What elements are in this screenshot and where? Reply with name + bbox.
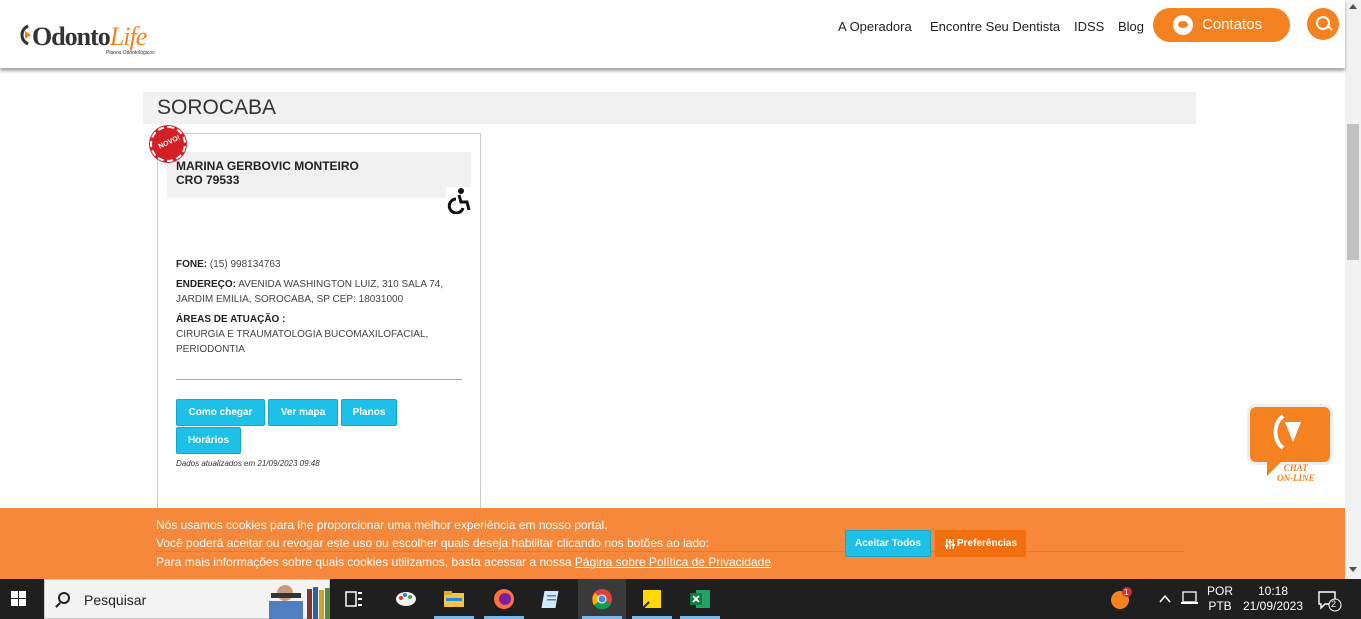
city-heading-bar: SOROCABA bbox=[143, 92, 1196, 124]
taskbar-task-view[interactable] bbox=[330, 579, 378, 619]
show-hidden-icons[interactable] bbox=[1155, 579, 1175, 619]
paint-icon bbox=[396, 592, 416, 606]
dentist-name: MARINA GERBOVIC MONTEIRO bbox=[176, 159, 359, 173]
taskbar-sticky-notes[interactable] bbox=[628, 579, 676, 619]
tray-notification-badge: 1 bbox=[1124, 588, 1129, 597]
excel-icon bbox=[690, 590, 710, 608]
updated-timestamp: Dados atualizados em 21/09/2023 09:48 bbox=[176, 459, 320, 468]
accept-all-button[interactable]: Aceitar Todos bbox=[845, 530, 931, 557]
firefox-icon bbox=[494, 589, 514, 609]
horarios-button[interactable]: Horários bbox=[176, 427, 241, 454]
preferences-label: Preferências bbox=[957, 538, 1018, 549]
sticky-notes-icon bbox=[642, 590, 661, 609]
planos-button[interactable]: Planos bbox=[341, 399, 397, 426]
action-center-button[interactable]: 2 bbox=[1315, 579, 1343, 619]
scrollbar-thumb[interactable] bbox=[1347, 124, 1359, 260]
windows-taskbar: Pesquisar 1 POR PTB 10:18 21/09/2023 2 bbox=[0, 579, 1361, 619]
clock-date: 21/09/2023 bbox=[1242, 599, 1304, 613]
action-center-count: 2 bbox=[1331, 599, 1337, 609]
chrome-icon bbox=[592, 589, 612, 610]
taskbar-search-box[interactable]: Pesquisar bbox=[44, 579, 330, 619]
input-language[interactable]: POR PTB bbox=[1204, 584, 1236, 614]
chat-logo-icon bbox=[1273, 414, 1301, 450]
nav-encontre-dentista[interactable]: Encontre Seu Dentista bbox=[930, 19, 1060, 34]
taskbar-firefox[interactable] bbox=[480, 579, 528, 619]
tray-notification-app[interactable]: 1 bbox=[1108, 579, 1136, 619]
network-status[interactable] bbox=[1178, 579, 1200, 619]
support-agent-icon bbox=[1173, 15, 1193, 35]
clock-time: 10:18 bbox=[1257, 584, 1289, 598]
dentist-cro: CRO 79533 bbox=[176, 173, 240, 187]
taskbar-excel[interactable] bbox=[676, 579, 724, 619]
taskbar-search-placeholder: Pesquisar bbox=[84, 592, 147, 608]
clock[interactable]: 10:18 21/09/2023 bbox=[1240, 584, 1306, 614]
cookie-consent-bar: Nós usamos cookies para lhe proporcionar… bbox=[0, 508, 1345, 579]
phone-row: FONE: (15) 998134763 bbox=[176, 259, 281, 270]
novo-badge: NOVO! bbox=[150, 126, 186, 162]
scroll-up-arrow-icon[interactable] bbox=[1349, 4, 1357, 9]
windows-logo-icon bbox=[11, 591, 27, 607]
chevron-up-icon bbox=[1159, 594, 1171, 603]
dentist-name-box: MARINA GERBOVIC MONTEIRO CRO 79533 bbox=[167, 152, 471, 198]
privacy-policy-link[interactable]: Página sobre Política de Privacidade bbox=[575, 555, 771, 569]
chat-online-widget[interactable]: CHAT ON-LINE bbox=[1245, 401, 1335, 487]
folder-icon bbox=[444, 591, 464, 607]
scroll-down-arrow-icon[interactable] bbox=[1349, 567, 1357, 572]
cookie-text-line2: Você poderá aceitar ou revogar este uso … bbox=[156, 536, 710, 550]
logo-tagline: Planos Odontológicos bbox=[106, 50, 155, 56]
taskbar-paint[interactable] bbox=[382, 579, 430, 619]
ver-mapa-button[interactable]: Ver mapa bbox=[268, 399, 338, 426]
address-row: ENDEREÇO: AVENIDA WASHINGTON LUIZ, 310 S… bbox=[176, 279, 444, 305]
taskbar-notepad[interactable] bbox=[528, 579, 576, 619]
sliders-icon bbox=[945, 539, 955, 549]
wheelchair-icon bbox=[446, 187, 471, 214]
search-button[interactable] bbox=[1307, 8, 1339, 40]
preferences-button[interactable]: Preferências bbox=[935, 530, 1026, 557]
site-header: OdontoLife Planos Odontológicos A Operad… bbox=[0, 0, 1345, 68]
notification-center-icon bbox=[1318, 591, 1342, 612]
contatos-button[interactable]: Contatos bbox=[1153, 8, 1290, 42]
logo-wordmark: OdontoLife bbox=[32, 22, 147, 51]
nav-blog[interactable]: Blog bbox=[1118, 19, 1144, 34]
network-icon bbox=[1181, 591, 1198, 604]
page: OdontoLife Planos Odontológicos A Operad… bbox=[0, 0, 1361, 619]
taskbar-file-explorer[interactable] bbox=[430, 579, 478, 619]
notepad-icon bbox=[541, 591, 559, 608]
page-scrollbar[interactable] bbox=[1345, 0, 1361, 579]
nav-a-operadora[interactable]: A Operadora bbox=[838, 19, 912, 34]
contatos-label: Contatos bbox=[1202, 16, 1263, 33]
card-divider bbox=[176, 379, 462, 380]
city-heading: SOROCABA bbox=[157, 96, 277, 119]
cookie-text-line3: Para mais informações sobre quais cookie… bbox=[156, 555, 771, 569]
taskbar-chrome[interactable] bbox=[578, 579, 626, 619]
como-chegar-button[interactable]: Como chegar bbox=[176, 399, 265, 426]
chat-label: CHAT ON-LINE bbox=[1277, 463, 1315, 483]
logo-mark-icon bbox=[20, 24, 31, 46]
phone-value: (15) 998134763 bbox=[209, 259, 281, 270]
start-button[interactable] bbox=[0, 579, 40, 619]
search-icon bbox=[58, 592, 70, 604]
dentist-card: MARINA GERBOVIC MONTEIRO CRO 79533 FONE:… bbox=[157, 133, 481, 518]
task-view-icon bbox=[345, 591, 362, 607]
tray-app-icon bbox=[1111, 587, 1132, 609]
search-highlight-reading-icon bbox=[269, 585, 330, 619]
odontolife-logo[interactable]: OdontoLife Planos Odontológicos bbox=[18, 18, 168, 58]
nav-idss[interactable]: IDSS bbox=[1074, 19, 1104, 34]
areas-row: ÁREAS DE ATUAÇÃO : CIRURGIA E TRAUMATOLO… bbox=[176, 314, 429, 355]
cookie-text-line1: Nós usamos cookies para lhe proporcionar… bbox=[156, 518, 608, 532]
cookie-divider bbox=[156, 551, 1183, 552]
